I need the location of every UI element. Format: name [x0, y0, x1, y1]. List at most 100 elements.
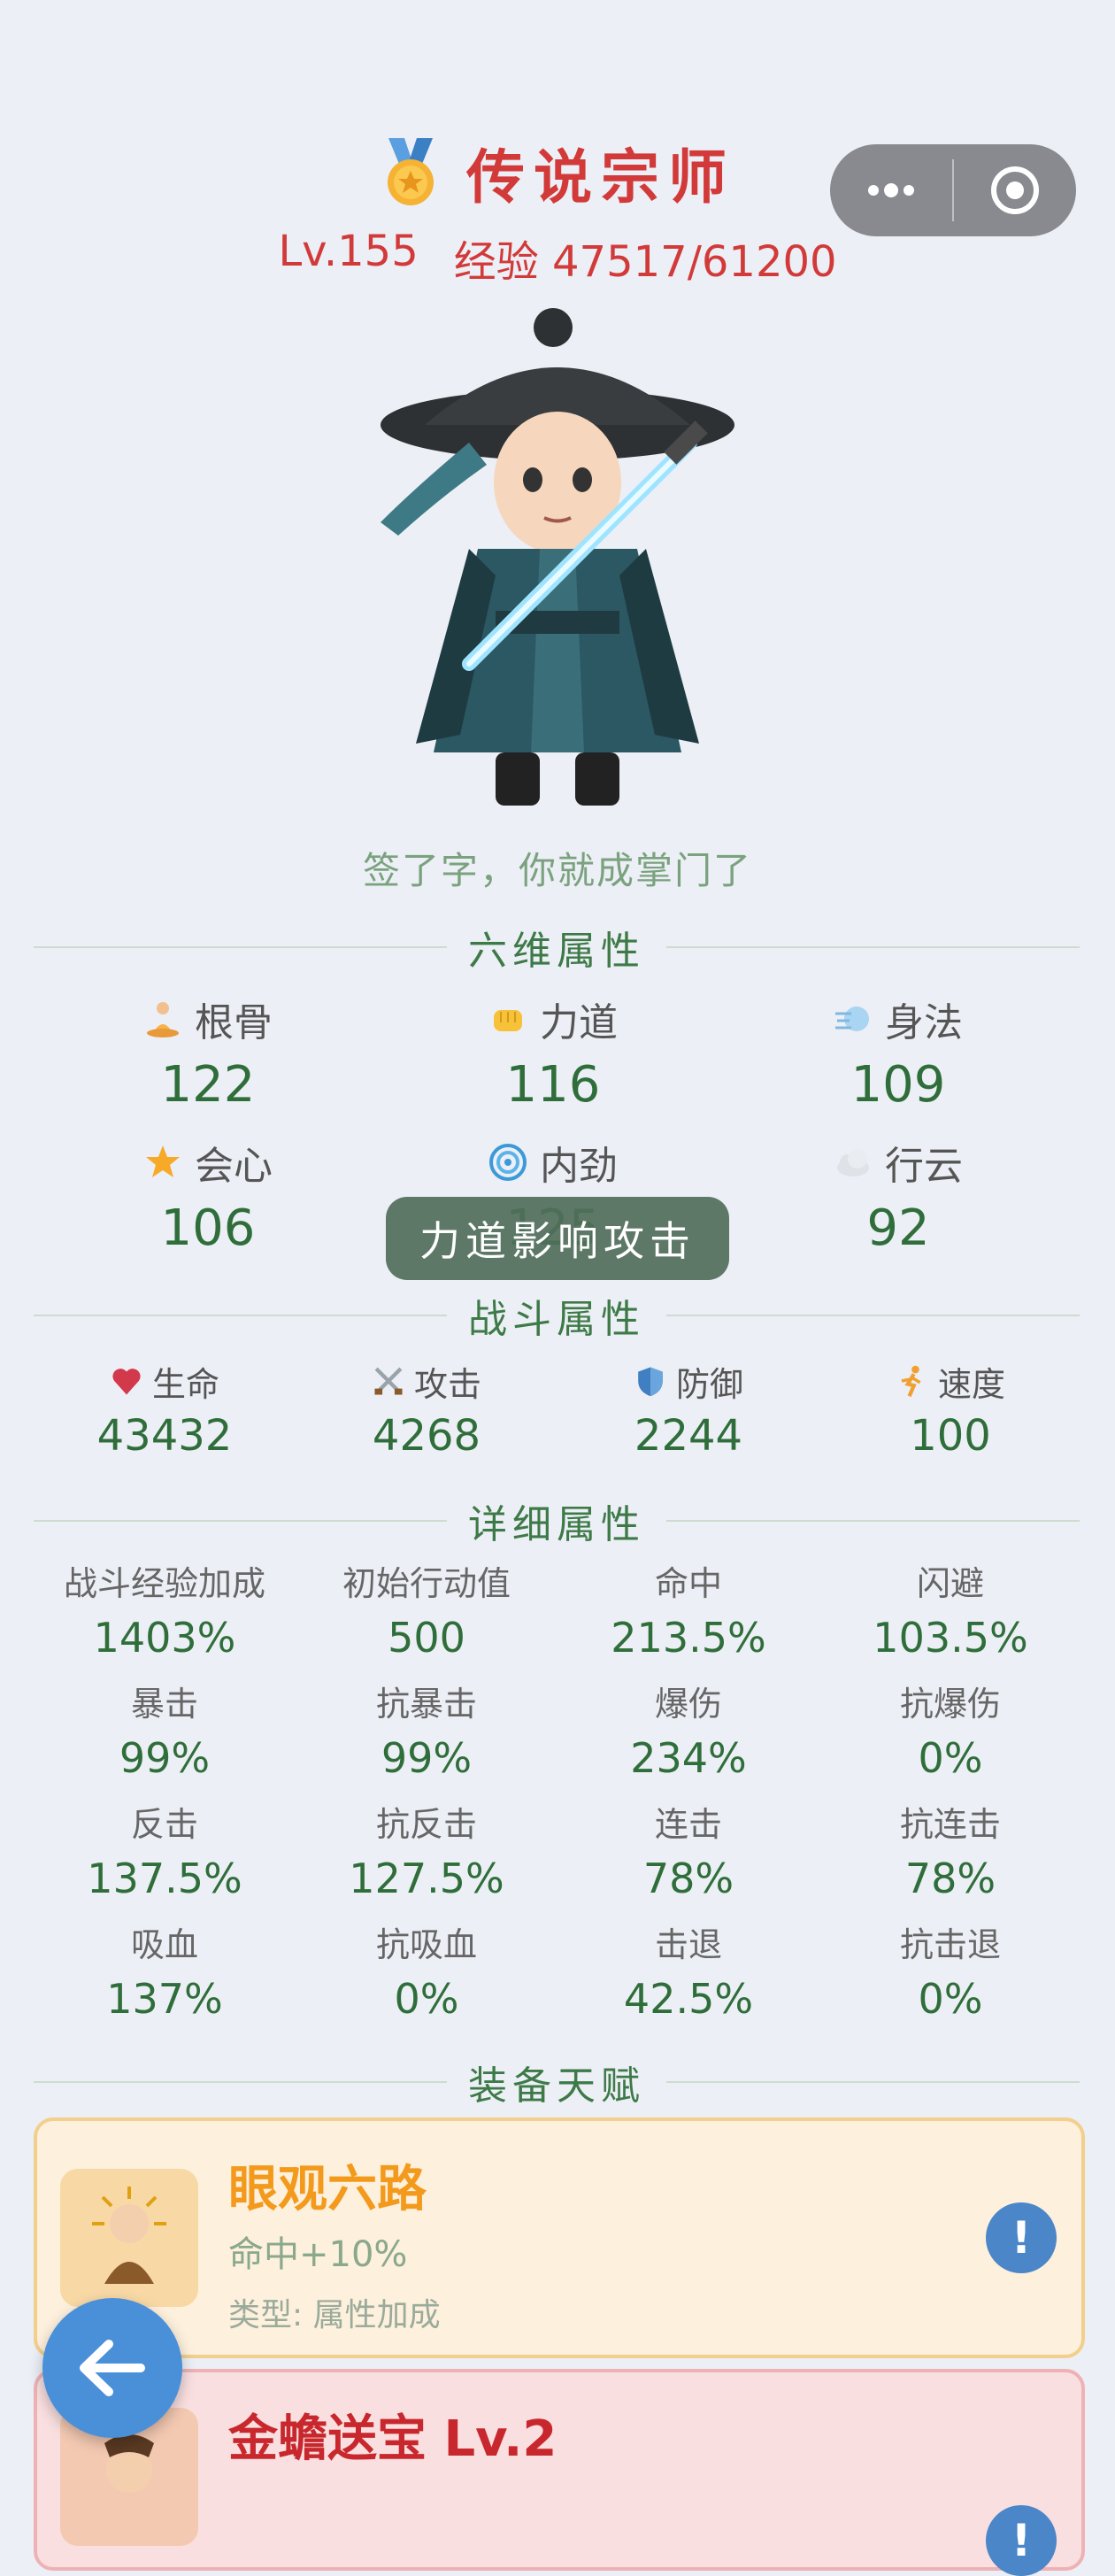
talent-thumbnail [60, 2169, 198, 2307]
detailed-attribute-value: 78% [904, 1855, 996, 1902]
detailed-attribute-label: 吸血 [130, 1925, 198, 1964]
detailed-attribute-label: 抗击退 [899, 1925, 1001, 1964]
combat-value: 2244 [634, 1411, 743, 1461]
runner-icon [901, 1365, 921, 1398]
attribute-tooltip: 力道影响攻击 [386, 1197, 729, 1280]
detailed-attribute: 反击 137.5% [34, 1799, 296, 1907]
detailed-attribute-label: 抗反击 [375, 1805, 477, 1844]
talent-description: 命中+10% [228, 2234, 408, 2275]
meditation-icon [147, 1002, 179, 1037]
target-circle-icon [991, 166, 1039, 214]
detailed-attribute-value: 78% [642, 1855, 734, 1902]
detailed-attribute-value: 99% [119, 1734, 211, 1782]
crossed-swords-icon [374, 1367, 403, 1395]
detailed-attribute-value: 500 [388, 1614, 465, 1662]
combat-value: 100 [910, 1411, 991, 1461]
more-dots-icon [868, 183, 914, 197]
more-menu-button[interactable] [830, 144, 952, 236]
combat-defense: 防御 2244 [558, 1354, 819, 1464]
talent-name: 眼观六路 [228, 2161, 427, 2218]
character-avatar [381, 308, 734, 806]
detailed-attribute-label: 击退 [654, 1925, 722, 1964]
detailed-attribute-label: 反击 [130, 1805, 198, 1844]
attribute-bone[interactable]: 根骨 122 [35, 988, 381, 1121]
talent-name: 金蟾送宝 Lv.2 [228, 2410, 558, 2468]
combat-attack: 攻击 4268 [296, 1354, 558, 1464]
combat-label: 攻击 [413, 1364, 481, 1404]
talent-card[interactable]: 金蟾送宝 Lv.2 ! [34, 2369, 1085, 2576]
medal-icon [388, 138, 434, 205]
section-title: 战斗属性 [468, 1297, 645, 1342]
close-miniprogram-button[interactable] [954, 144, 1076, 236]
attribute-cloud-step[interactable]: 行云 92 [726, 1131, 1071, 1264]
section-title: 装备天赋 [468, 2063, 645, 2109]
section-title: 六维属性 [468, 929, 645, 974]
character-motto: 签了字，你就成掌门了 [362, 849, 752, 892]
combat-value: 43432 [96, 1411, 233, 1461]
detailed-attribute: 战斗经验加成 1403% [34, 1558, 296, 1666]
detailed-attribute-value: 1403% [93, 1614, 236, 1662]
talent-info-button[interactable]: ! [986, 2505, 1057, 2576]
attribute-label: 身法 [885, 1000, 963, 1045]
experience-text: 经验 47517/61200 [453, 237, 837, 287]
detailed-attribute: 抗连击 78% [819, 1799, 1081, 1907]
detailed-attribute-value: 0% [394, 1975, 459, 2023]
combat-speed: 速度 100 [819, 1354, 1081, 1464]
section-detailed-attributes: 详细属性 [34, 1494, 1080, 1547]
talent-type: 类型: 属性加成 [228, 2297, 441, 2333]
detailed-attribute-value: 127.5% [349, 1855, 504, 1902]
detailed-attribute: 吸血 137% [34, 1919, 296, 2027]
detailed-attribute-label: 闪避 [916, 1564, 984, 1603]
attribute-value: 92 [866, 1199, 930, 1257]
wind-icon [835, 1006, 869, 1031]
detailed-attribute-value: 234% [630, 1734, 747, 1782]
attribute-value: 116 [505, 1056, 601, 1114]
detailed-attribute-value: 137% [106, 1975, 223, 2023]
level-text: Lv.155 [278, 227, 419, 276]
detailed-attribute-label: 战斗经验加成 [63, 1564, 265, 1603]
star-icon [146, 1145, 180, 1177]
detailed-attribute: 抗反击 127.5% [296, 1799, 558, 1907]
detailed-attribute: 抗爆伤 0% [819, 1678, 1081, 1786]
attribute-label: 内劲 [540, 1144, 618, 1189]
detailed-attribute-label: 命中 [654, 1564, 722, 1603]
attribute-strength[interactable]: 力道 116 [381, 988, 726, 1121]
detailed-attribute-label: 抗吸血 [375, 1925, 477, 1964]
detailed-attribute-value: 0% [918, 1734, 983, 1782]
heart-icon [112, 1369, 141, 1395]
combat-label: 防御 [675, 1364, 743, 1404]
attribute-value: 106 [160, 1199, 256, 1257]
rank-title: 传说宗师 [466, 143, 735, 212]
attribute-value: 109 [850, 1056, 946, 1114]
detailed-attribute-label: 初始行动值 [342, 1564, 511, 1603]
talent-info-button[interactable]: ! [986, 2202, 1057, 2273]
detailed-attribute: 命中 213.5% [558, 1558, 819, 1666]
detailed-attribute-label: 暴击 [130, 1685, 198, 1724]
detailed-attribute: 连击 78% [558, 1799, 819, 1907]
cloud-icon [837, 1149, 869, 1176]
section-combat-attributes: 战斗属性 [34, 1289, 1080, 1342]
detailed-attribute-label: 抗爆伤 [899, 1685, 1001, 1724]
attribute-critical[interactable]: 会心 106 [35, 1131, 381, 1264]
mini-program-capsule [830, 144, 1076, 236]
detailed-attribute-label: 连击 [654, 1805, 722, 1844]
detailed-attribute-value: 0% [918, 1975, 983, 2023]
detailed-attribute: 抗击退 0% [819, 1919, 1081, 2027]
detailed-attribute-label: 爆伤 [654, 1685, 722, 1724]
attribute-label: 根骨 [195, 1000, 273, 1045]
swirl-icon [489, 1144, 527, 1181]
combat-hp: 生命 43432 [34, 1354, 296, 1464]
attribute-agility[interactable]: 身法 109 [726, 988, 1071, 1121]
back-button[interactable] [42, 2298, 182, 2438]
detailed-attribute-label: 抗连击 [899, 1805, 1001, 1844]
combat-label: 生命 [151, 1364, 219, 1404]
combat-value: 4268 [372, 1411, 481, 1461]
talent-card[interactable]: 眼观六路 命中+10% 类型: 属性加成 ! [34, 2117, 1085, 2358]
detailed-attribute: 爆伤 234% [558, 1678, 819, 1786]
detailed-attribute: 抗暴击 99% [296, 1678, 558, 1786]
section-six-attributes: 六维属性 [34, 921, 1080, 974]
combat-label: 速度 [937, 1364, 1005, 1404]
detailed-attribute-value: 99% [381, 1734, 473, 1782]
section-equipped-talents: 装备天赋 [34, 2055, 1080, 2109]
detailed-attribute: 暴击 99% [34, 1678, 296, 1786]
